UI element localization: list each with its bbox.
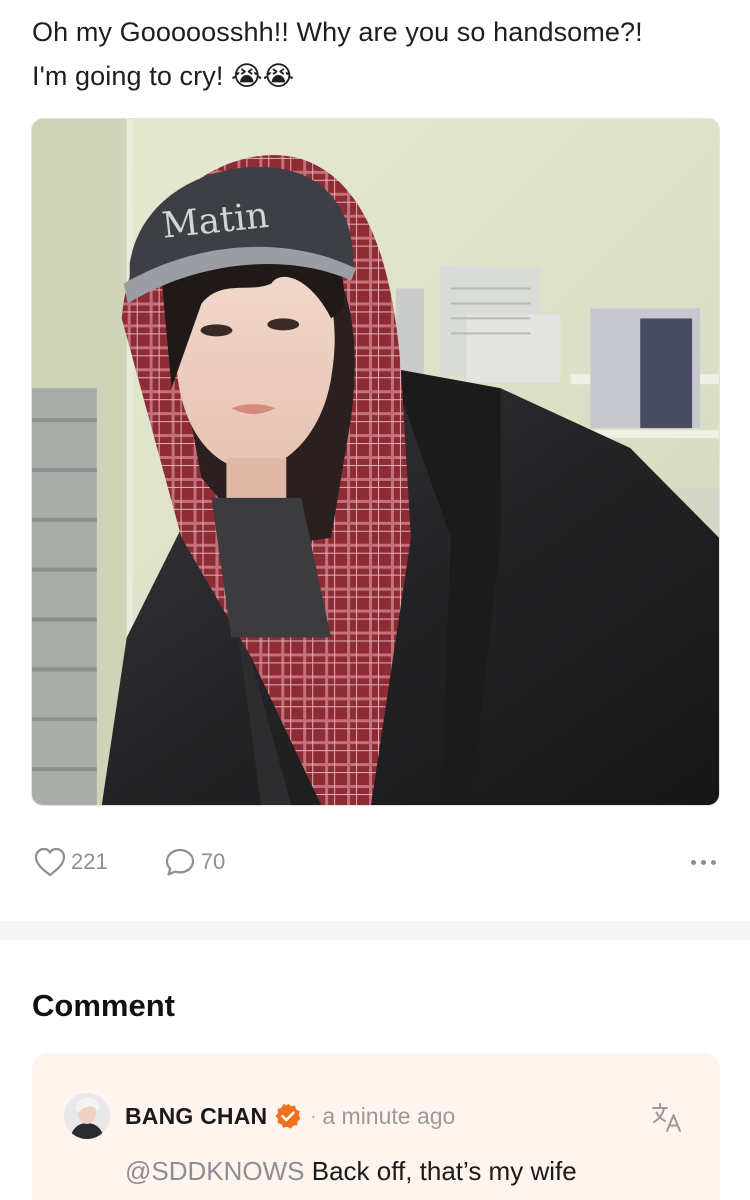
comment-text: Back off, that’s my wife <box>311 1156 577 1186</box>
verified-badge-icon <box>275 1103 301 1129</box>
comment-body: @SDDKNOWS Back off, that’s my wife <box>125 1156 577 1187</box>
comment-timestamp: a minute ago <box>322 1102 456 1129</box>
comments-count: 70 <box>200 849 226 874</box>
post-image[interactable]: Matin <box>31 118 720 806</box>
heart-icon <box>34 847 66 877</box>
like-button[interactable]: 221 <box>34 847 108 877</box>
translate-icon[interactable] <box>650 1100 684 1134</box>
comment-author[interactable]: BANG CHAN <box>125 1103 267 1130</box>
comments-section-title: Comment <box>32 988 175 1023</box>
more-dots-icon[interactable] <box>689 854 718 871</box>
post-text-line-2: I'm going to cry! 😭😭 <box>32 61 295 91</box>
speech-bubble-icon <box>165 848 194 876</box>
comment-header: BANG CHAN · a minute ago <box>125 1100 455 1132</box>
section-divider <box>0 921 750 940</box>
post-actions: 221 70 <box>34 843 718 881</box>
likes-count: 221 <box>71 849 108 874</box>
post-text: Oh my Gooooosshh!! Why are you so handso… <box>32 10 722 98</box>
post-text-line-1: Oh my Gooooosshh!! Why are you so handso… <box>32 17 643 47</box>
comment-button[interactable]: 70 <box>164 847 225 877</box>
comment-card[interactable]: BANG CHAN · a minute ago @SDDKNOWS Back … <box>32 1053 720 1200</box>
avatar[interactable] <box>64 1093 110 1139</box>
comment-mention[interactable]: @SDDKNOWS <box>125 1156 305 1186</box>
comment-separator: · <box>310 1105 317 1126</box>
